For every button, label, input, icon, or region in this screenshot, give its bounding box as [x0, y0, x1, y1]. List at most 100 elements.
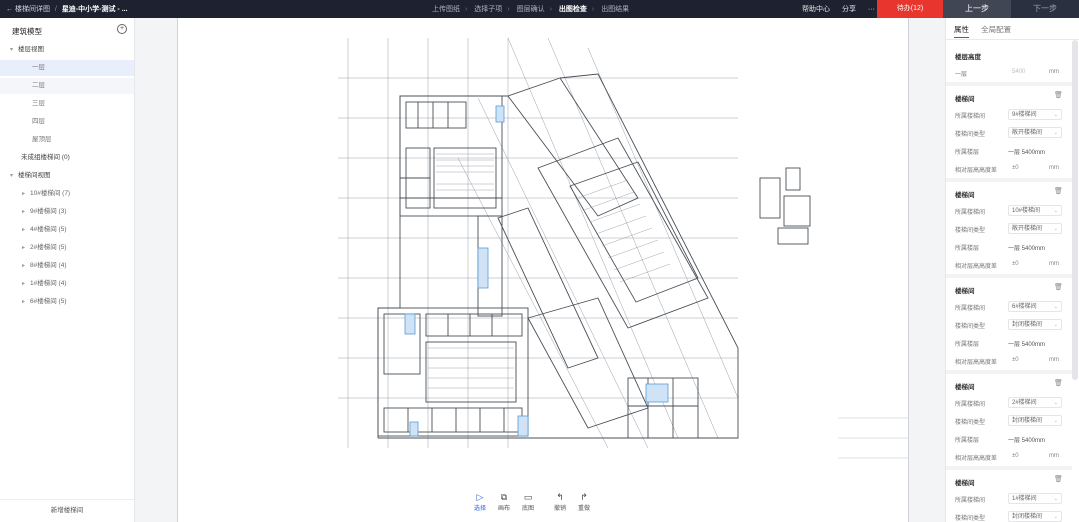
tree-item-stair[interactable]: ▸ 2#楼梯间 (5)	[0, 240, 134, 256]
add-icon[interactable]: +	[117, 24, 127, 34]
type-select[interactable]: 封闭楼梯间 ⌄	[1008, 319, 1062, 330]
field-label: 楼梯间类型	[955, 420, 986, 426]
field-label: 楼梯间类型	[955, 516, 986, 522]
todo-button[interactable]: 待办(12)	[877, 0, 943, 18]
undo-button[interactable]: ↰ 撤销	[549, 491, 571, 512]
basemap-tool[interactable]: ▭ 底图	[517, 491, 539, 512]
drawing-canvas[interactable]: ▷ 选择 ⧉ 画布 ▭ 底图 ↰ 撤销 ↱ 重做	[135, 18, 945, 522]
chevron-right-icon: ›	[591, 6, 595, 13]
panel-title: 建筑模型	[12, 27, 42, 36]
stair-select[interactable]: 9#楼梯间 ⌄	[1008, 109, 1062, 120]
step-layer[interactable]: 图层确认	[517, 6, 545, 13]
chevron-down-icon: ⌄	[1053, 208, 1058, 214]
chevron-right-icon: ›	[549, 6, 552, 13]
next-step-button[interactable]: 下一步	[1011, 0, 1079, 18]
trash-icon[interactable]: 🗑	[1054, 475, 1063, 483]
type-select[interactable]: 封闭楼梯间 ⌄	[1008, 415, 1062, 426]
rel-height-input[interactable]: ±0	[1012, 165, 1019, 171]
tree-item-unassigned[interactable]: 未成组楼梯间 (0)	[0, 150, 134, 166]
tree-group-stairs[interactable]: ▾ 楼梯间视图	[0, 168, 134, 184]
tree-item-stair[interactable]: ▸ 8#楼梯间 (4)	[0, 258, 134, 274]
undo-icon: ↰	[556, 492, 564, 502]
select-tool[interactable]: ▷ 选择	[469, 491, 491, 512]
trash-icon[interactable]: 🗑	[1054, 379, 1063, 387]
tree-group-label: 楼梯间视图	[18, 172, 51, 179]
section-divider	[946, 370, 1072, 374]
tree-item-stair[interactable]: ▸ 4#楼梯间 (5)	[0, 222, 134, 238]
tree-item-stair[interactable]: ▸ 10#楼梯间 (7)	[0, 186, 134, 202]
unit-label: mm	[1049, 165, 1059, 171]
tree-item-label: 1#楼梯间 (4)	[30, 280, 67, 287]
tree-item-floor-4[interactable]: 四层	[0, 114, 134, 130]
tree-group-floors[interactable]: ▾ 楼层视图	[0, 42, 134, 58]
unit-label: mm	[1049, 261, 1059, 267]
help-link[interactable]: 帮助中心	[802, 6, 830, 13]
project-name: 星迪-中小学-测试 - ...	[61, 6, 128, 13]
stair-select[interactable]: 6#楼梯间 ⌄	[1008, 301, 1062, 312]
field-label: 相对层高高度差	[955, 456, 998, 462]
type-select[interactable]: 封闭楼梯间 ⌄	[1008, 511, 1062, 522]
chevron-down-icon: ⌄	[1053, 496, 1058, 502]
floor-height-input[interactable]: 5400	[1012, 69, 1025, 75]
back-link[interactable]: ← 楼梯间详图 / 星迪-中小学-测试 - ...	[6, 4, 128, 14]
chevron-down-icon: ⌄	[1053, 304, 1058, 310]
field-label: 所属楼层	[955, 438, 980, 444]
section-title: 楼梯间	[955, 480, 975, 487]
scrollbar[interactable]	[1072, 40, 1078, 380]
tree-item-roof[interactable]: 屋顶层	[0, 132, 134, 148]
step-upload[interactable]: 上传图纸	[432, 6, 460, 13]
image-icon: ▭	[523, 492, 533, 502]
step-select[interactable]: 选择子项	[474, 6, 502, 13]
chevron-right-icon: ›	[465, 6, 468, 13]
canvas-tool[interactable]: ⧉ 画布	[493, 491, 515, 512]
stair-select[interactable]: 2#楼梯间 ⌄	[1008, 397, 1062, 408]
stair-select[interactable]: 1#楼梯间 ⌄	[1008, 493, 1062, 504]
rel-height-input[interactable]: ±0	[1012, 357, 1019, 363]
add-stair-button[interactable]: 新增楼梯间	[0, 499, 134, 522]
tree-item-label: 9#楼梯间 (3)	[30, 208, 67, 215]
properties-panel: 属性 全局配置 楼层高度 一层 5400 mm 楼梯间 🗑 所属楼梯间 9#楼梯…	[945, 18, 1079, 522]
tab-global-config[interactable]: 全局配置	[981, 25, 1011, 34]
floor-value: 一层 5400mm	[1008, 246, 1046, 252]
step-check[interactable]: 出图检查	[559, 6, 587, 13]
trash-icon[interactable]: 🗑	[1054, 187, 1063, 195]
tab-divider	[946, 39, 1079, 40]
redo-button[interactable]: ↱ 重做	[573, 491, 595, 512]
type-select[interactable]: 敞开楼梯间 ⌄	[1008, 127, 1062, 138]
tree-item-stair[interactable]: ▸ 6#楼梯间 (5)	[0, 294, 134, 310]
caret-down-icon: ▾	[10, 173, 14, 179]
field-label: 所属楼梯间	[955, 402, 986, 408]
rel-height-input[interactable]: ±0	[1012, 261, 1019, 267]
caret-right-icon: ▸	[22, 227, 26, 233]
field-label: 所属楼梯间	[955, 306, 986, 312]
step-result[interactable]: 出图结果	[601, 6, 629, 13]
trash-icon[interactable]: 🗑	[1054, 283, 1063, 291]
tab-properties[interactable]: 属性	[954, 25, 969, 38]
select-value: 2#楼梯间	[1012, 400, 1037, 406]
drawing-sheet	[177, 18, 909, 522]
field-label: 楼梯间类型	[955, 324, 986, 330]
tool-label: 撤销	[553, 506, 566, 512]
more-icon[interactable]: ···	[868, 6, 875, 13]
trash-icon[interactable]: 🗑	[1054, 91, 1063, 99]
type-select[interactable]: 敞开楼梯间 ⌄	[1008, 223, 1062, 234]
rel-height-input[interactable]: ±0	[1012, 453, 1019, 459]
back-label: 楼梯间详图	[14, 6, 50, 13]
caret-right-icon: ▸	[22, 263, 26, 269]
tree-item-floor-2[interactable]: 二层	[0, 78, 134, 94]
share-button[interactable]: 分享	[842, 6, 856, 13]
field-label: 相对层高高度差	[955, 264, 998, 270]
field-label: 相对层高高度差	[955, 360, 998, 366]
tree-item-floor-3[interactable]: 三层	[0, 96, 134, 112]
section-title: 楼层高度	[955, 54, 981, 61]
stair-select[interactable]: 10#楼梯间 ⌄	[1008, 205, 1062, 216]
chevron-right-icon: ›	[507, 6, 510, 13]
tool-label: 重做	[577, 506, 590, 512]
field-label: 所属楼层	[955, 246, 980, 252]
tree-item-stair[interactable]: ▸ 1#楼梯间 (4)	[0, 276, 134, 292]
prev-step-button[interactable]: 上一步	[943, 0, 1011, 18]
tree-group-label: 楼层视图	[18, 46, 44, 53]
canvas-toolbar: ▷ 选择 ⧉ 画布 ▭ 底图 ↰ 撤销 ↱ 重做	[467, 487, 590, 521]
tree-item-stair[interactable]: ▸ 9#楼梯间 (3)	[0, 204, 134, 220]
tree-item-floor-1[interactable]: 一层	[0, 60, 134, 76]
